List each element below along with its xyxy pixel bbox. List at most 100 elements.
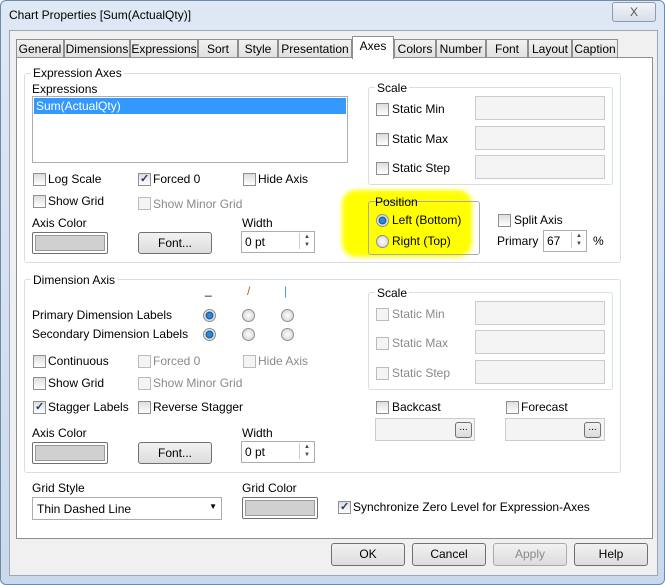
grid-style-value: Thin Dashed Line xyxy=(37,502,132,516)
axis-color-label: Axis Color xyxy=(32,216,87,230)
expression-axes-label: Expression Axes xyxy=(31,66,124,80)
dim-width-label: Width xyxy=(242,426,273,440)
dim-show-minor-grid-checkbox[interactable] xyxy=(138,377,151,390)
static-min-checkbox[interactable] xyxy=(376,103,389,116)
dim-static-min-input[interactable] xyxy=(475,301,605,325)
dim-forced-0-checkbox[interactable] xyxy=(138,355,151,368)
static-max-label: Static Max xyxy=(392,132,449,146)
dim-hide-axis-checkbox[interactable] xyxy=(243,355,256,368)
dim-width-input[interactable]: 0 pt ▲ ▼ xyxy=(241,441,315,463)
static-step-checkbox[interactable] xyxy=(376,162,389,175)
dim-static-min-checkbox[interactable] xyxy=(376,308,389,321)
dimension-axis-label: Dimension Axis xyxy=(31,273,118,287)
backcast-ellipsis-button[interactable]: ... xyxy=(455,422,472,438)
width-input[interactable]: 0 pt ▲ ▼ xyxy=(241,231,315,253)
dim-width-spinner[interactable]: ▲ ▼ xyxy=(299,443,314,459)
primary-dimension-labels-label: Primary Dimension Labels xyxy=(32,308,173,322)
position-label: Position xyxy=(375,195,418,209)
primary-spinner[interactable]: ▲ ▼ xyxy=(571,232,586,248)
tab-presentation[interactable]: Presentation xyxy=(278,39,352,58)
dim-axis-color-swatch[interactable] xyxy=(32,442,108,464)
split-axis-label: Split Axis xyxy=(514,213,563,227)
tab-layout[interactable]: Layout xyxy=(528,39,572,58)
tab-style[interactable]: Style xyxy=(238,39,278,58)
stagger-labels-label: Stagger Labels xyxy=(48,400,129,414)
static-step-input[interactable] xyxy=(475,155,605,179)
left-bottom-label: Left (Bottom) xyxy=(392,213,462,227)
width-spinner[interactable]: ▲ ▼ xyxy=(299,233,314,249)
static-max-input[interactable] xyxy=(475,126,605,150)
right-top-label: Right (Top) xyxy=(392,234,451,248)
tab-caption[interactable]: Caption xyxy=(572,39,618,58)
grid-color-swatch[interactable] xyxy=(242,497,318,519)
width-label: Width xyxy=(242,216,273,230)
axis-color-swatch[interactable] xyxy=(32,232,108,254)
tab-dimensions[interactable]: Dimensions xyxy=(64,39,130,58)
forecast-ellipsis-button[interactable]: ... xyxy=(584,422,601,438)
width-value: 0 pt xyxy=(245,235,266,249)
dim-show-grid-checkbox[interactable] xyxy=(33,377,46,390)
dim-static-step-checkbox[interactable] xyxy=(376,367,389,380)
window-title: Chart Properties [Sum(ActualQty)] xyxy=(9,8,192,22)
primary-label: Primary xyxy=(497,234,539,248)
dim-static-max-checkbox[interactable] xyxy=(376,337,389,350)
primary-vertical-radio[interactable] xyxy=(281,309,294,322)
hide-axis-checkbox[interactable] xyxy=(243,173,256,186)
reverse-stagger-label: Reverse Stagger xyxy=(153,400,244,414)
dim-static-step-input[interactable] xyxy=(475,360,605,384)
primary-value: 67 xyxy=(547,234,561,248)
right-top-radio[interactable] xyxy=(376,235,389,248)
close-button[interactable]: X xyxy=(612,2,656,22)
secondary-vertical-radio[interactable] xyxy=(281,328,294,341)
chevron-down-icon: ▼ xyxy=(209,502,217,511)
percent-label: % xyxy=(593,234,604,248)
dim-width-value: 0 pt xyxy=(245,445,266,459)
stagger-labels-checkbox[interactable] xyxy=(33,401,46,414)
font-button[interactable]: Font... xyxy=(138,232,212,254)
secondary-dimension-labels-label: Secondary Dimension Labels xyxy=(32,327,189,341)
grid-style-label: Grid Style xyxy=(32,481,85,495)
primary-diagonal-radio[interactable] xyxy=(242,309,255,322)
tab-number[interactable]: Number xyxy=(436,39,486,58)
secondary-horizontal-radio[interactable] xyxy=(203,328,216,341)
dim-hide-axis-label: Hide Axis xyxy=(258,354,309,368)
reverse-stagger-checkbox[interactable] xyxy=(138,401,151,414)
split-axis-checkbox[interactable] xyxy=(498,214,511,227)
backcast-checkbox[interactable] xyxy=(376,401,389,414)
log-scale-checkbox[interactable] xyxy=(33,173,46,186)
sync-zero-checkbox[interactable] xyxy=(338,501,351,514)
forecast-checkbox[interactable] xyxy=(506,401,519,414)
secondary-diagonal-radio[interactable] xyxy=(242,328,255,341)
expression-item[interactable]: Sum(ActualQty) xyxy=(34,98,346,114)
static-min-input[interactable] xyxy=(475,96,605,120)
dim-show-minor-grid-label: Show Minor Grid xyxy=(153,376,243,390)
tab-expressions[interactable]: Expressions xyxy=(130,39,198,58)
show-minor-grid-checkbox[interactable] xyxy=(138,197,151,210)
tab-sort[interactable]: Sort xyxy=(198,39,238,58)
continuous-label: Continuous xyxy=(48,354,109,368)
backcast-label: Backcast xyxy=(392,400,441,414)
cancel-button[interactable]: Cancel xyxy=(412,543,486,566)
primary-input[interactable]: 67 ▲ ▼ xyxy=(543,230,587,252)
sync-zero-label: Synchronize Zero Level for Expression-Ax… xyxy=(353,500,590,514)
hide-axis-label: Hide Axis xyxy=(258,172,309,186)
left-bottom-radio[interactable] xyxy=(376,214,389,227)
ok-button[interactable]: OK xyxy=(331,543,405,566)
tab-general[interactable]: General xyxy=(16,39,64,58)
primary-horizontal-radio[interactable] xyxy=(203,309,216,322)
tab-colors[interactable]: Colors xyxy=(394,39,436,58)
vertical-header: | xyxy=(284,284,288,298)
apply-button[interactable]: Apply xyxy=(493,543,567,566)
dim-font-button[interactable]: Font... xyxy=(138,442,212,464)
tab-axes[interactable]: Axes xyxy=(352,36,394,59)
help-button[interactable]: Help xyxy=(574,543,648,566)
static-min-label: Static Min xyxy=(392,102,445,116)
static-max-checkbox[interactable] xyxy=(376,133,389,146)
show-grid-checkbox[interactable] xyxy=(33,195,46,208)
tab-font[interactable]: Font xyxy=(486,39,528,58)
grid-style-select[interactable]: Thin Dashed Line ▼ xyxy=(32,497,222,520)
expressions-list[interactable]: Sum(ActualQty) xyxy=(32,96,348,163)
continuous-checkbox[interactable] xyxy=(33,355,46,368)
forced-0-checkbox[interactable] xyxy=(138,173,151,186)
dim-static-max-input[interactable] xyxy=(475,330,605,354)
